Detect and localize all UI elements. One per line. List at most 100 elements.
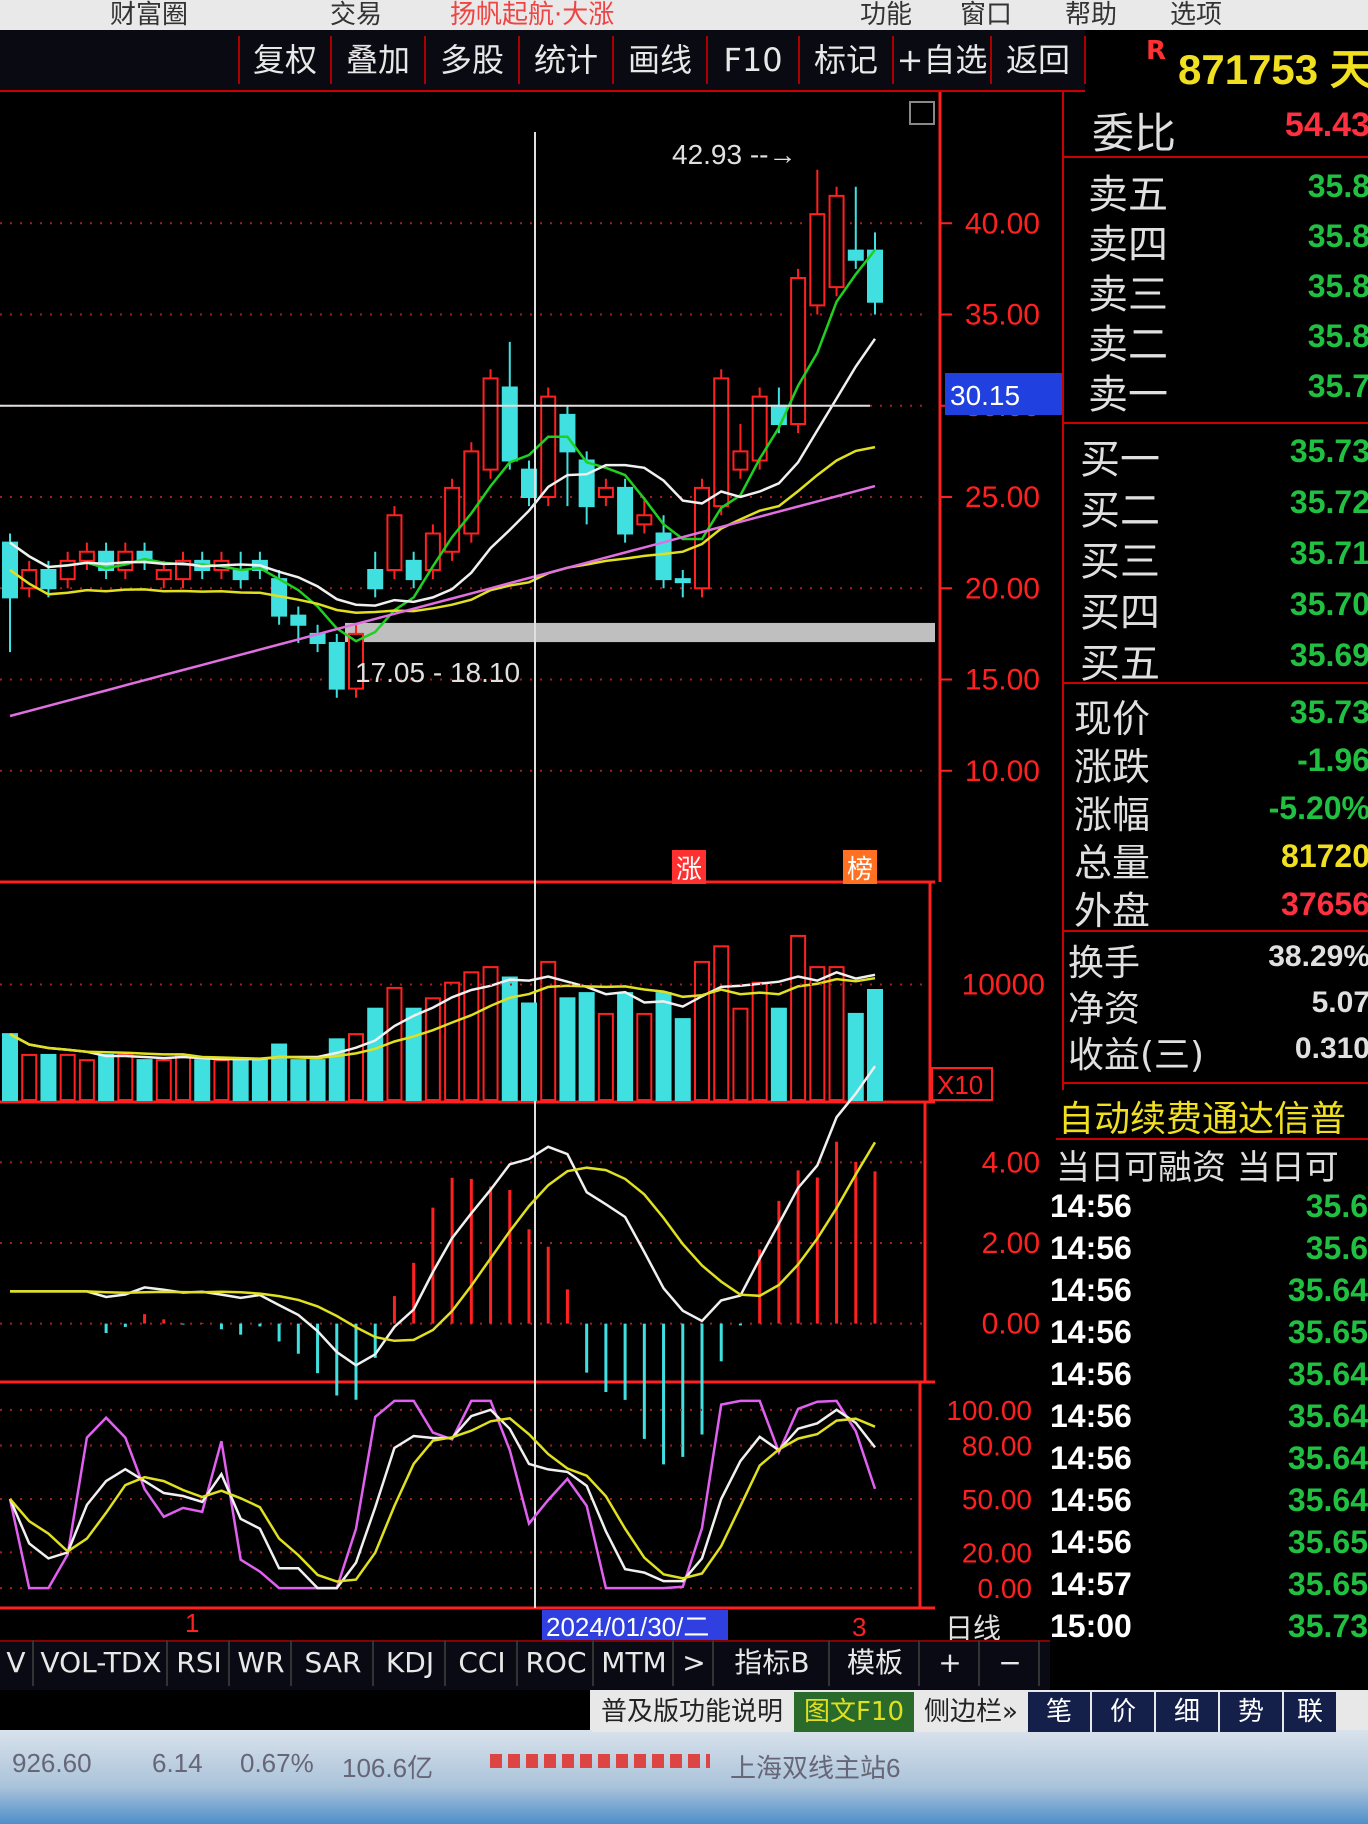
- indicator-tab[interactable]: 模板: [832, 1640, 920, 1686]
- footer-tab[interactable]: 普及版功能说明: [592, 1692, 792, 1732]
- candle-body: [155, 569, 172, 581]
- tick-time: 14:56: [1050, 1272, 1132, 1308]
- quote-stat-label: 收益(三): [1068, 1035, 1205, 1076]
- volume-bar: [232, 1059, 249, 1102]
- toolbar-add-watchlist-button[interactable]: +自选: [892, 36, 990, 84]
- volume-bar: [21, 1053, 38, 1102]
- buy-level-label: 买四: [1080, 590, 1160, 636]
- volume-bar: [424, 997, 441, 1101]
- tick-row[interactable]: 14:56 35.65: [1050, 1524, 1368, 1566]
- indicator-tab[interactable]: KDJ: [376, 1640, 446, 1686]
- indicator-tab[interactable]: RSI: [170, 1640, 230, 1686]
- tick-row[interactable]: 14:56 35.64: [1050, 1356, 1368, 1398]
- service-banner[interactable]: 自动续费通达信普: [1058, 1090, 1368, 1134]
- footer-tab[interactable]: 势: [1220, 1692, 1282, 1732]
- buy-level-price[interactable]: 35.70: [1290, 586, 1368, 623]
- sell-level-price[interactable]: 35.8: [1308, 318, 1368, 355]
- footer-tab[interactable]: 笔: [1028, 1692, 1090, 1732]
- kdj-axis-label: 80.00: [962, 1430, 1032, 1461]
- menu-item-function[interactable]: 功能: [860, 0, 912, 30]
- indicator-tab[interactable]: SAR: [294, 1640, 374, 1686]
- buy-level-price[interactable]: 35.71: [1290, 535, 1368, 572]
- indicator-tab[interactable]: −: [982, 1640, 1040, 1686]
- footer-tab[interactable]: 图文F10: [794, 1692, 914, 1732]
- weibi-value: 54.43: [1284, 106, 1368, 144]
- status-pct: 0.67%: [240, 1748, 314, 1778]
- toolbar-multistock-button[interactable]: 多股: [424, 36, 518, 84]
- volume-bar: [59, 1053, 76, 1102]
- buy-level-price[interactable]: 35.69: [1290, 637, 1368, 674]
- tick-row[interactable]: 14:56 35.6: [1050, 1230, 1368, 1272]
- sell-level-price[interactable]: 35.8: [1308, 168, 1368, 205]
- indicator-tab[interactable]: 指标B: [716, 1640, 830, 1686]
- indicator-tab[interactable]: +: [922, 1640, 980, 1686]
- candle-body: [232, 569, 249, 581]
- ma20-line: [9, 445, 876, 614]
- toolbar-back-button[interactable]: 返回: [990, 36, 1086, 84]
- kdj-axis-label: 20.00: [962, 1537, 1032, 1568]
- tick-row[interactable]: 14:56 35.6: [1050, 1188, 1368, 1230]
- footer-tab[interactable]: 联: [1284, 1692, 1336, 1732]
- volume-bar: [713, 945, 730, 1101]
- toolbar-fuquan-button[interactable]: 复权: [238, 36, 330, 84]
- toolbar-mark-button[interactable]: 标记: [798, 36, 892, 84]
- date-marker: 1: [185, 1608, 199, 1638]
- indicator-tab[interactable]: VOL-TDX: [36, 1640, 168, 1686]
- candle-body: [367, 569, 384, 590]
- kdj-axis-label: 0.00: [978, 1573, 1033, 1604]
- kline-chart-area[interactable]: 40.0035.0030.0025.0020.0015.0010.0030.15…: [0, 92, 1085, 1722]
- indicator-tab[interactable]: V: [0, 1640, 34, 1686]
- toolbar-draw-button[interactable]: 画线: [612, 36, 706, 84]
- volume-bar: [194, 1059, 211, 1102]
- status-server: 上海双线主站6: [730, 1753, 901, 1783]
- tick-time: 15:00: [1050, 1608, 1132, 1644]
- indicator-tab[interactable]: ROC: [520, 1640, 594, 1686]
- tick-row[interactable]: 15:00 35.73: [1050, 1608, 1368, 1650]
- price-axis-label: 10.00: [965, 755, 1040, 788]
- menu-item-help[interactable]: 帮助: [1065, 0, 1117, 30]
- sell-level-price[interactable]: 35.8: [1308, 268, 1368, 305]
- tick-row[interactable]: 14:56 35.64: [1050, 1272, 1368, 1314]
- sell-level-price[interactable]: 35.8: [1308, 218, 1368, 255]
- footer-tab[interactable]: 价: [1092, 1692, 1154, 1732]
- volume-bar: [674, 1018, 691, 1101]
- toolbar-overlay-button[interactable]: 叠加: [330, 36, 424, 84]
- tick-row[interactable]: 14:57 35.65: [1050, 1566, 1368, 1608]
- menu-item-caifuquan[interactable]: 财富圈: [110, 0, 188, 30]
- marker-bang: 榜: [847, 855, 873, 885]
- tick-row[interactable]: 14:56 35.65: [1050, 1314, 1368, 1356]
- toolbar-stats-button[interactable]: 统计: [518, 36, 612, 84]
- buy-level-price[interactable]: 35.73: [1290, 433, 1368, 470]
- tick-time: 14:56: [1050, 1398, 1132, 1434]
- tick-row[interactable]: 14:56 35.64: [1050, 1398, 1368, 1440]
- footer-tab[interactable]: 侧边栏»: [916, 1692, 1026, 1732]
- date-label: 2024/01/30/二: [546, 1612, 709, 1642]
- status-indicator-bars: [490, 1754, 710, 1768]
- buy-level-price[interactable]: 35.72: [1290, 484, 1368, 521]
- marker-zhang: 涨: [676, 855, 702, 885]
- indicator-tab[interactable]: CCI: [448, 1640, 518, 1686]
- buy-level-label: 买五: [1080, 641, 1160, 687]
- menu-item-options[interactable]: 选项: [1170, 0, 1222, 30]
- sell-level-price[interactable]: 35.7: [1308, 368, 1368, 405]
- footer-tab[interactable]: 细: [1156, 1692, 1218, 1732]
- support-band: [345, 622, 935, 643]
- ma5-line: [9, 249, 876, 643]
- indicator-tab[interactable]: WR: [232, 1640, 292, 1686]
- volume-bar: [751, 981, 768, 1102]
- quote-divider: [1064, 930, 1368, 932]
- menu-item-promo[interactable]: 扬帆起航·大涨: [450, 0, 614, 30]
- indicator-tab[interactable]: >: [676, 1640, 714, 1686]
- volume-bar: [271, 1043, 288, 1101]
- toolbar-f10-button[interactable]: F10: [706, 36, 798, 84]
- menu-item-trade[interactable]: 交易: [330, 0, 382, 30]
- candle-body: [617, 486, 634, 535]
- volume-bar: [790, 934, 807, 1102]
- tick-price: 35.73: [1287, 1608, 1368, 1644]
- tick-row[interactable]: 14:56 35.64: [1050, 1482, 1368, 1524]
- tick-row[interactable]: 14:56 35.64: [1050, 1440, 1368, 1482]
- volume-bar: [405, 1007, 422, 1102]
- indicator-tab[interactable]: MTM: [596, 1640, 674, 1686]
- menu-item-window[interactable]: 窗口: [960, 0, 1012, 30]
- range-label: 17.05 - 18.10: [355, 657, 520, 688]
